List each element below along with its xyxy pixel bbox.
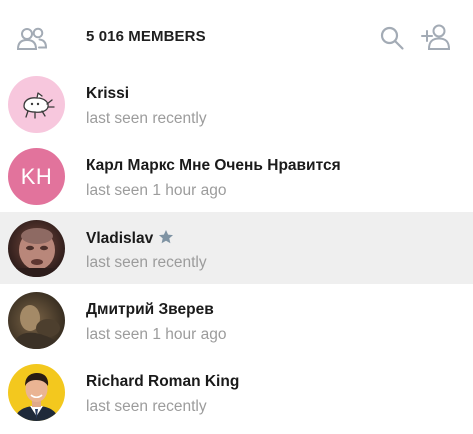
avatar[interactable] [8, 292, 65, 349]
member-name: Дмитрий Зверев [86, 301, 214, 318]
members-panel: 5 016 MEMBERS Krissi last seen recently … [0, 0, 473, 434]
avatar[interactable]: KH [8, 148, 65, 205]
member-name: Richard Roman King [86, 373, 240, 390]
member-row[interactable]: KH Карл Маркс Мне Очень Нравится last se… [0, 140, 473, 212]
member-list: Krissi last seen recently KH Карл Маркс … [0, 68, 473, 428]
member-name: Vladislav [86, 229, 174, 248]
member-name: Карл Маркс Мне Очень Нравится [86, 157, 341, 174]
member-name: Krissi [86, 85, 130, 102]
member-status: last seen recently [86, 254, 207, 271]
member-row[interactable]: Vladislav last seen recently [0, 212, 473, 284]
member-name-text: Vladislav [86, 230, 154, 247]
star-icon [159, 230, 174, 244]
avatar-initials: KH [20, 164, 53, 189]
member-status: last seen 1 hour ago [86, 326, 227, 343]
avatar[interactable] [8, 220, 65, 277]
member-status: last seen recently [86, 398, 207, 415]
avatar[interactable] [8, 364, 65, 421]
member-row[interactable]: Krissi last seen recently [0, 68, 473, 140]
search-icon[interactable] [378, 24, 406, 52]
member-row[interactable]: Richard Roman King last seen recently [0, 356, 473, 428]
members-count-title: 5 016 MEMBERS [86, 28, 206, 45]
add-user-icon[interactable] [420, 22, 454, 52]
avatar-photo [8, 292, 65, 349]
member-row[interactable]: Дмитрий Зверев last seen 1 hour ago [0, 284, 473, 356]
avatar[interactable] [8, 76, 65, 133]
member-status: last seen 1 hour ago [86, 182, 227, 199]
member-status: last seen recently [86, 110, 207, 127]
members-icon[interactable] [16, 25, 48, 53]
members-header: 5 016 MEMBERS [0, 0, 473, 72]
avatar-photo [8, 364, 65, 421]
avatar-sticker-image [8, 76, 65, 133]
avatar-photo [8, 220, 65, 277]
